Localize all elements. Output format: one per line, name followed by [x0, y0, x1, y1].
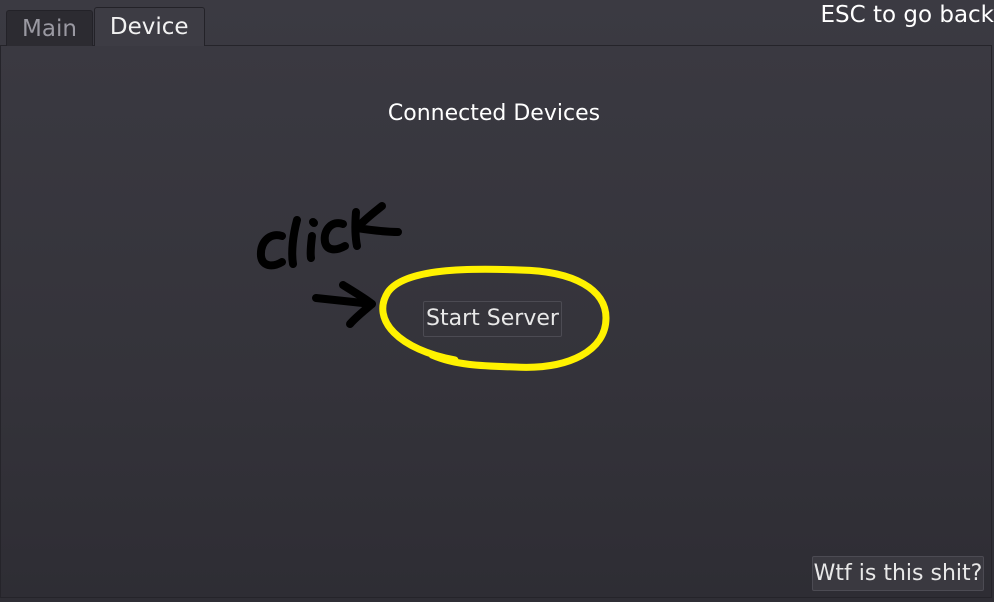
app-window: Connected Devices Main Device ESC to go … — [0, 0, 994, 602]
tab-bar: Main Device — [6, 7, 205, 46]
start-server-button[interactable]: Start Server — [423, 301, 562, 337]
esc-hint-label: ESC to go back — [820, 2, 994, 28]
tab-device[interactable]: Device — [93, 7, 205, 46]
help-button[interactable]: Wtf is this shit? — [812, 556, 984, 591]
tab-main[interactable]: Main — [6, 10, 93, 46]
panel-title: Connected Devices — [387, 101, 601, 126]
